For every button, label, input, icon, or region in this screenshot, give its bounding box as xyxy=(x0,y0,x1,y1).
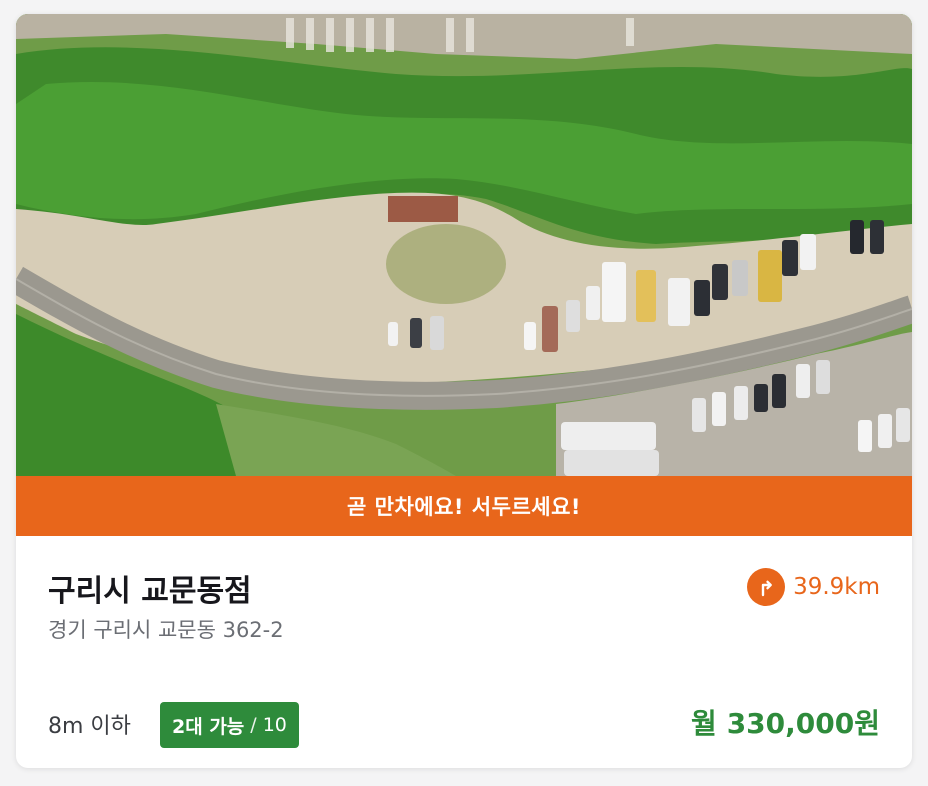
distance-indicator[interactable]: 39.9km xyxy=(747,568,880,606)
direction-turn-icon xyxy=(747,568,786,606)
price-value: 330,000원 xyxy=(726,707,880,740)
almost-full-banner: 곧 만차에요! 서두르세요! xyxy=(16,476,912,536)
parking-lot-card[interactable]: 곧 만차에요! 서두르세요! 구리시 교문동점 경기 구리시 교문동 362-2… xyxy=(16,14,912,768)
distance-value: 39.9km xyxy=(793,574,880,600)
height-limit: 8m 이하 xyxy=(48,714,131,739)
available-count: 2대 가능 xyxy=(172,715,245,738)
total-capacity: 10 xyxy=(262,714,287,736)
monthly-price: 월 330,000원 xyxy=(691,702,880,742)
aerial-photo xyxy=(16,14,912,476)
banner-text: 곧 만차에요! 서두르세요! xyxy=(347,495,581,519)
price-prefix: 월 xyxy=(690,707,717,740)
lot-address: 경기 구리시 교문동 362-2 xyxy=(48,618,284,642)
lot-name: 구리시 교문동점 xyxy=(48,574,252,609)
card-body: 구리시 교문동점 경기 구리시 교문동 362-2 39.9km 8m 이하 2… xyxy=(16,536,912,768)
availability-separator: / xyxy=(250,714,257,736)
availability-badge: 2대 가능 / 10 xyxy=(160,702,299,748)
